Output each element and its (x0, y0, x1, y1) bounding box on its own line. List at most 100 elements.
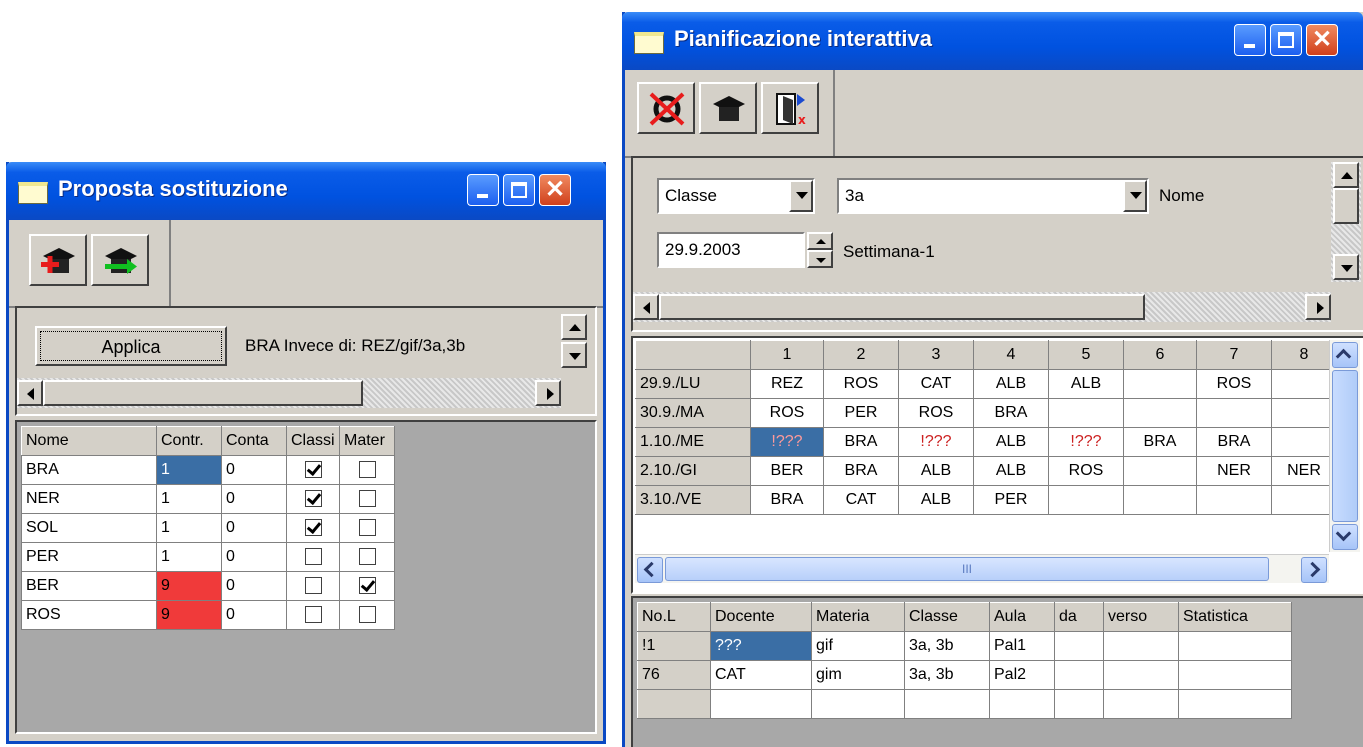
scroll-right-button[interactable] (535, 380, 561, 406)
schedule-cell[interactable]: ALB (898, 485, 974, 515)
schedule-cell[interactable]: ALB (898, 456, 974, 486)
day-label[interactable]: 3.10./VE (635, 485, 751, 515)
scroll-down-button[interactable] (1333, 254, 1359, 280)
mater-checkbox[interactable] (358, 606, 376, 624)
schedule-cell[interactable]: ROS (823, 369, 899, 399)
table-row[interactable]: NER 1 0 (21, 484, 395, 514)
period-header[interactable]: 2 (823, 340, 899, 370)
scroll-up-button[interactable] (1333, 162, 1359, 188)
schedule-cell[interactable]: ROS (1048, 456, 1124, 486)
scroll-right-button[interactable] (1305, 294, 1331, 320)
table-row[interactable]: 76 CAT gim 3a, 3b Pal2 (637, 660, 1292, 690)
table-row[interactable] (637, 689, 1292, 719)
schedule-cell[interactable]: BRA (823, 456, 899, 486)
column-header[interactable]: Statistica (1178, 602, 1292, 632)
table-row[interactable]: SOL 1 0 (21, 513, 395, 543)
schedule-cell[interactable] (1196, 485, 1272, 515)
scroll-up-button[interactable] (1332, 342, 1358, 368)
schedule-cell[interactable] (1123, 485, 1197, 515)
period-header[interactable]: 7 (1196, 340, 1272, 370)
column-header[interactable]: Conta (221, 426, 287, 456)
apply-vertical-scrollbar[interactable] (561, 314, 589, 368)
scroll-thumb[interactable] (659, 294, 1145, 320)
apply-button[interactable]: Applica (35, 326, 227, 366)
schedule-cell[interactable] (1048, 398, 1124, 428)
classi-checkbox[interactable] (304, 577, 322, 595)
maximize-button[interactable] (1270, 24, 1302, 56)
schedule-cell[interactable]: !??? (750, 427, 824, 457)
minimize-button[interactable] (467, 174, 499, 206)
column-header[interactable]: verso (1103, 602, 1179, 632)
scroll-thumb[interactable]: III (665, 557, 1269, 581)
schedule-cell[interactable]: BRA (973, 398, 1049, 428)
schedule-cell[interactable] (1123, 369, 1197, 399)
scroll-down-button[interactable] (561, 342, 587, 368)
schedule-cell[interactable]: BRA (823, 427, 899, 457)
dropdown-icon[interactable] (1123, 180, 1147, 212)
table-row[interactable]: ROS 9 0 (21, 600, 395, 630)
apply-horizontal-scrollbar[interactable] (17, 378, 561, 408)
exit-button[interactable]: x (761, 82, 819, 134)
filter-type-select[interactable]: Classe (657, 178, 815, 214)
column-header[interactable]: Classe (904, 602, 990, 632)
schedule-cell[interactable]: BRA (1196, 427, 1272, 457)
column-header[interactable]: Nome (21, 426, 157, 456)
schedule-cell[interactable]: BRA (1123, 427, 1197, 457)
left-title-bar[interactable]: Proposta sostituzione ✕ (6, 162, 606, 220)
filter-horizontal-scrollbar[interactable] (633, 292, 1331, 322)
schedule-cell[interactable]: !??? (898, 427, 974, 457)
mater-checkbox[interactable] (358, 548, 376, 566)
schedule-cell[interactable] (1123, 456, 1197, 486)
schedule-cell[interactable] (1271, 398, 1337, 428)
schedule-cell[interactable]: BER (750, 456, 824, 486)
column-header[interactable]: Contr. (156, 426, 222, 456)
right-title-bar[interactable]: Pianificazione interattiva ✕ (622, 12, 1363, 70)
column-header[interactable]: Docente (710, 602, 812, 632)
filter-value-select[interactable]: 3a (837, 178, 1149, 214)
classi-checkbox[interactable] (304, 461, 322, 479)
day-label[interactable]: 2.10./GI (635, 456, 751, 486)
schedule-cell[interactable]: NER (1271, 456, 1337, 486)
schedule-cell[interactable]: PER (973, 485, 1049, 515)
period-header[interactable]: 8 (1271, 340, 1337, 370)
day-label[interactable]: 1.10./ME (635, 427, 751, 457)
date-up-button[interactable] (807, 232, 833, 250)
teacher-button[interactable] (699, 82, 757, 134)
day-label[interactable]: 30.9./MA (635, 398, 751, 428)
classi-checkbox[interactable] (304, 490, 322, 508)
classi-checkbox[interactable] (304, 606, 322, 624)
table-row[interactable]: !1??? gif 3a, 3b Pal1 (637, 631, 1292, 661)
schedule-cell[interactable] (1196, 398, 1272, 428)
scroll-left-button[interactable] (17, 380, 43, 406)
column-header[interactable]: No.L (637, 602, 711, 632)
scroll-thumb[interactable] (43, 380, 363, 406)
delete-lesson-button[interactable] (637, 82, 695, 134)
schedule-cell[interactable] (1123, 398, 1197, 428)
schedule-cell[interactable]: NER (1196, 456, 1272, 486)
schedule-cell[interactable]: PER (823, 398, 899, 428)
transfer-teacher-button[interactable] (91, 234, 149, 286)
schedule-cell[interactable]: REZ (750, 369, 824, 399)
schedule-cell[interactable]: CAT (898, 369, 974, 399)
dropdown-icon[interactable] (789, 180, 813, 212)
table-row[interactable]: BRA 1 0 (21, 455, 395, 485)
column-header[interactable]: Classi (286, 426, 340, 456)
date-input[interactable]: 29.9.2003 (657, 232, 805, 268)
add-teacher-button[interactable] (29, 234, 87, 286)
day-label[interactable]: 29.9./LU (635, 369, 751, 399)
schedule-cell[interactable]: ROS (750, 398, 824, 428)
period-header[interactable]: 1 (750, 340, 824, 370)
period-header[interactable]: 5 (1048, 340, 1124, 370)
schedule-cell[interactable]: ALB (1048, 369, 1124, 399)
schedule-cell[interactable] (1048, 485, 1124, 515)
scroll-down-button[interactable] (1332, 524, 1358, 550)
schedule-cell[interactable]: ALB (973, 369, 1049, 399)
scroll-thumb[interactable] (1332, 370, 1358, 522)
mater-checkbox[interactable] (358, 577, 376, 595)
schedule-vertical-scrollbar[interactable] (1329, 340, 1360, 552)
scroll-left-button[interactable] (637, 557, 663, 583)
mater-checkbox[interactable] (358, 490, 376, 508)
filter-vertical-scrollbar[interactable] (1331, 162, 1361, 282)
close-button[interactable]: ✕ (539, 174, 571, 206)
schedule-cell[interactable]: !??? (1048, 427, 1124, 457)
